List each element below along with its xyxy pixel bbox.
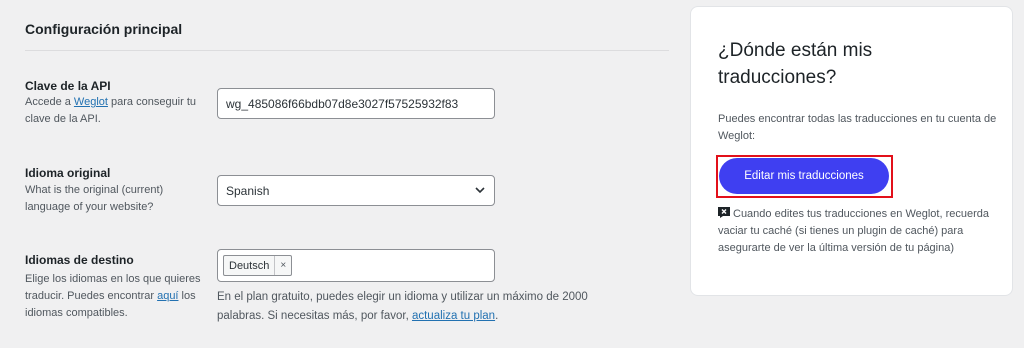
original-language-select[interactable]: Spanish (217, 175, 495, 206)
cache-tip: Cuando edites tus traducciones en Weglot… (718, 207, 990, 254)
language-tag-deutsch: Deutsch × (223, 255, 293, 276)
remove-tag-icon[interactable]: × (274, 256, 291, 275)
destination-languages-description: Elige los idiomas en los que quieres tra… (25, 273, 201, 319)
original-language-description: What is the original (current) language … (25, 184, 164, 213)
destination-languages-field[interactable]: Deutsch × (217, 249, 495, 282)
warning-flag-icon (718, 207, 730, 218)
api-key-label: Clave de la API (25, 79, 111, 93)
upgrade-plan-link[interactable]: actualiza tu plan (412, 310, 495, 322)
language-tag-label: Deutsch (229, 259, 270, 272)
original-language-label: Idioma original (25, 166, 111, 180)
translations-card: ¿Dónde están mis traducciones? Puedes en… (690, 6, 1013, 296)
api-key-value: wg_485086f66bdb07d8e3027f57525932f83 (226, 96, 459, 111)
original-language-value: Spanish (226, 183, 270, 198)
card-title: ¿Dónde están mis traducciones? (718, 40, 873, 88)
api-key-description: Accede a Weglot para conseguir tu clave … (25, 96, 197, 125)
edit-translations-button[interactable]: Editar mis traducciones (719, 158, 889, 194)
plan-note: En el plan gratuito, puedes elegir un id… (217, 291, 588, 322)
supported-languages-link[interactable]: aquí (157, 290, 178, 302)
section-divider (25, 50, 669, 51)
weglot-link[interactable]: Weglot (74, 96, 108, 108)
destination-languages-label: Idiomas de destino (25, 253, 134, 267)
section-title: Configuración principal (25, 21, 183, 37)
card-text: Puedes encontrar todas las traducciones … (718, 113, 997, 142)
chevron-down-icon (475, 187, 485, 194)
api-key-field[interactable]: wg_485086f66bdb07d8e3027f57525932f83 (217, 88, 495, 119)
